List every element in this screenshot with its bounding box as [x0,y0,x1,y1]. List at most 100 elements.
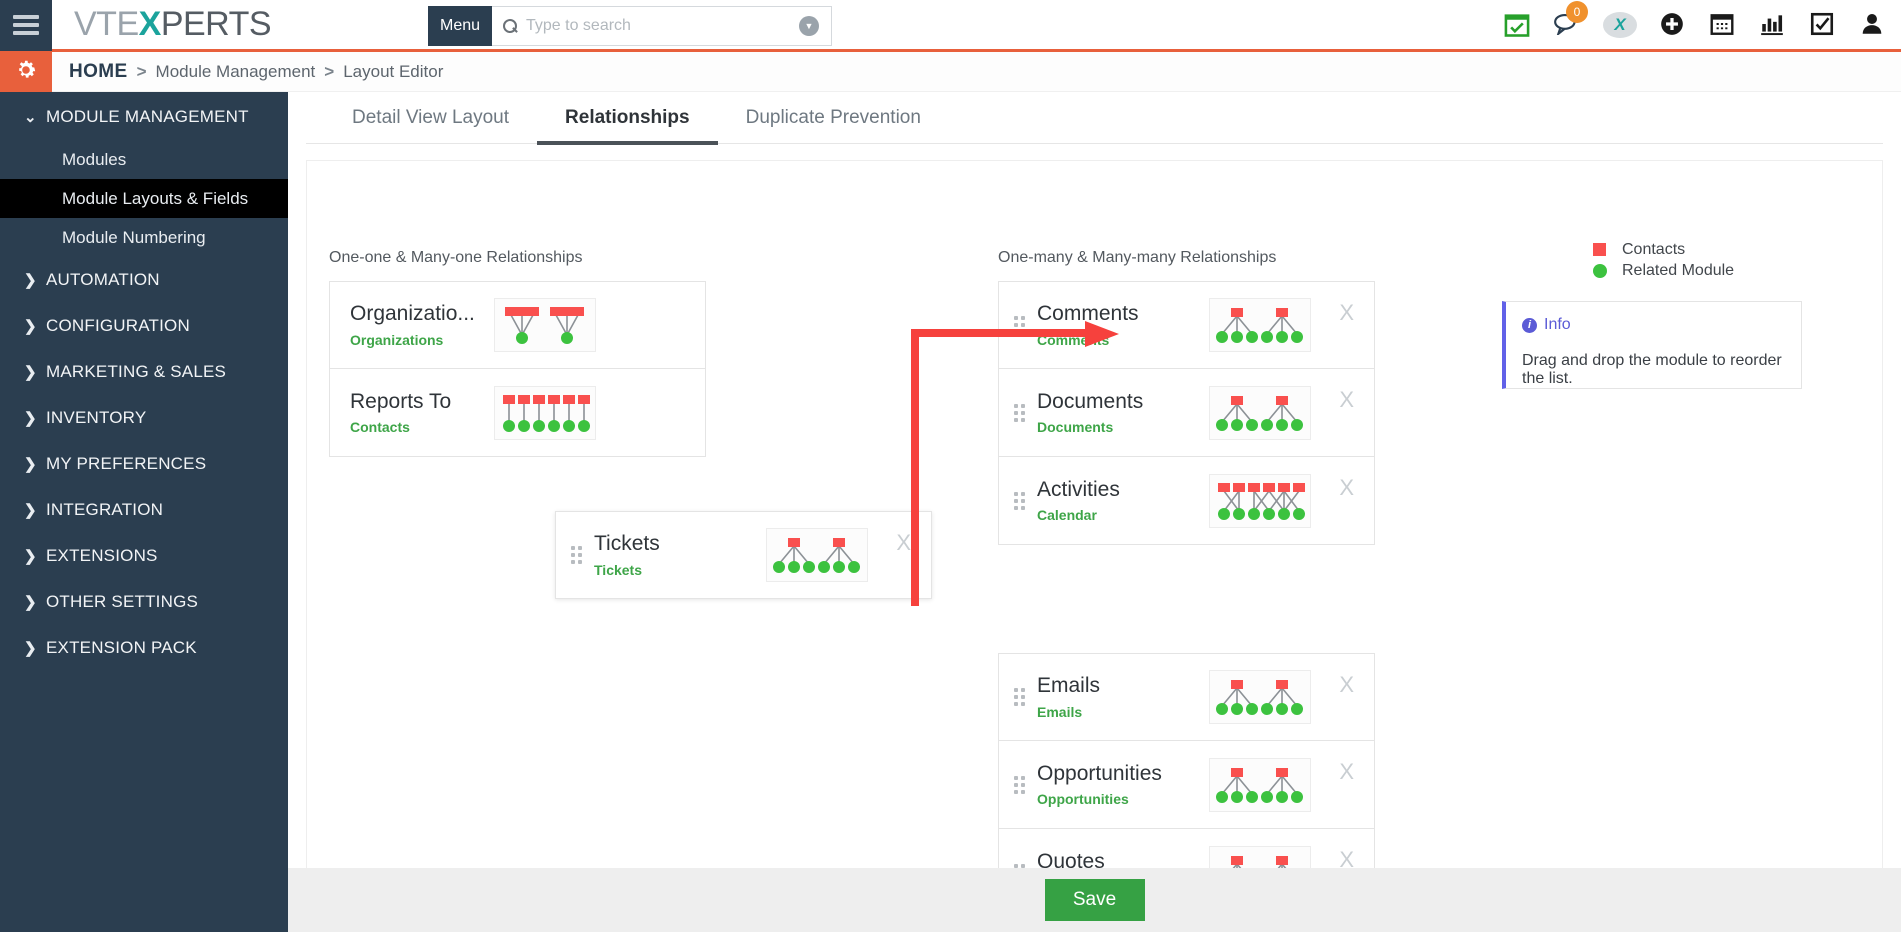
relationship-module: Tickets [594,561,642,578]
card-labels: Documents Documents [1029,390,1209,435]
relationship-card-reports-to[interactable]: Reports To Contacts [329,369,706,457]
sidebar-item-marketing-sales[interactable]: ❯ MARKETING & SALES [0,349,288,395]
sidebar-item-label: INTEGRATION [46,500,164,519]
sidebar-item-extension-pack[interactable]: ❯ EXTENSION PACK [0,625,288,671]
card-labels: Opportunities Opportunities [1029,762,1209,807]
legend-label: Contacts [1622,240,1686,258]
checkbox-icon[interactable] [1809,11,1837,39]
chevron-down-icon: ⌄ [24,109,37,126]
card-labels: Reports To Contacts [330,390,490,435]
relationship-card-activities[interactable]: Activities Calendar X [998,457,1375,545]
relationship-diagram-many-many [1209,473,1311,528]
global-search: Menu ▼ [428,6,832,46]
legend-label: Related Module [1622,261,1735,279]
relationship-title: Organizatio... [350,302,475,326]
relationship-title: Documents [1037,389,1144,413]
drag-handle-icon[interactable] [999,316,1029,334]
remove-relationship-button[interactable]: X [896,530,911,556]
plus-circle-icon[interactable] [1659,11,1687,39]
sidebar-nav: ⌄ MODULE MANAGEMENT Modules Module Layou… [0,94,288,671]
sidebar-item-my-preferences[interactable]: ❯ MY PREFERENCES [0,441,288,487]
relationships-panel: One-one & Many-one Relationships One-man… [306,160,1883,932]
remove-relationship-button[interactable]: X [1339,759,1354,785]
sidebar-item-module-layouts-fields[interactable]: Module Layouts & Fields [0,179,288,218]
calendar-check-icon[interactable] [1503,11,1531,39]
remove-relationship-button[interactable]: X [1339,672,1354,698]
left-column-title: One-one & Many-one Relationships [329,249,583,266]
save-button[interactable]: Save [1044,879,1145,921]
tab-relationships[interactable]: Relationships [537,107,718,145]
settings-gear-button[interactable] [0,52,52,92]
relationship-card-emails[interactable]: Emails Emails X [998,653,1375,741]
user-icon[interactable] [1859,11,1887,39]
chevron-right-icon: ❯ [24,318,37,335]
x-logo-icon[interactable]: X [1603,11,1637,38]
legend-item-contacts: Contacts [1593,239,1734,260]
hamburger-menu-button[interactable] [0,0,52,51]
sidebar-item-label: INVENTORY [46,408,147,427]
one-one-many-one-list: Organizatio... Organizations Reports To … [329,281,706,457]
relationship-card-comments[interactable]: Comments Comments X [998,281,1375,369]
tab-duplicate-prevention[interactable]: Duplicate Prevention [718,107,949,143]
remove-relationship-button[interactable]: X [1339,300,1354,326]
sidebar-item-automation[interactable]: ❯ AUTOMATION [0,257,288,303]
card-labels: Activities Calendar [1029,478,1209,523]
relationship-diagram-one-many [1209,670,1311,724]
breadcrumb-home-link[interactable]: HOME [69,61,128,83]
drag-handle-icon[interactable] [999,688,1029,706]
tab-detail-view-layout[interactable]: Detail View Layout [324,107,537,143]
sidebar: ⌄ MODULE MANAGEMENT Modules Module Layou… [0,52,288,932]
sidebar-item-module-management[interactable]: ⌄ MODULE MANAGEMENT [0,94,288,140]
relationship-title: Tickets [594,532,660,556]
one-many-many-many-list-group-a: Comments Comments X Documents Documents … [998,281,1375,545]
remove-relationship-button[interactable]: X [1339,387,1354,413]
relationship-card-documents[interactable]: Documents Documents X [998,369,1375,457]
menu-button[interactable]: Menu [428,6,492,46]
drag-handle-icon[interactable] [999,775,1029,794]
search-icon [502,18,518,34]
calendar-icon[interactable] [1709,11,1737,39]
search-input[interactable] [526,17,821,35]
app-logo[interactable]: VTEXPERTS [74,5,272,44]
relationship-card-opportunities[interactable]: Opportunities Opportunities X [998,741,1375,829]
sidebar-item-label: CONFIGURATION [46,316,190,335]
relationship-card-tickets-dragging[interactable]: Tickets Tickets X [555,511,932,599]
sidebar-item-modules[interactable]: Modules [0,140,288,179]
chevron-down-icon[interactable]: ▼ [799,16,819,36]
sidebar-item-inventory[interactable]: ❯ INVENTORY [0,395,288,441]
chevron-right-icon: ❯ [24,594,37,611]
bar-chart-icon[interactable] [1759,11,1787,39]
relationship-title: Opportunities [1037,761,1162,785]
chat-bubble-icon[interactable]: 0 [1553,0,1588,39]
top-bar: VTEXPERTS Menu ▼ 0 X [0,0,1901,52]
sidebar-item-label: OTHER SETTINGS [46,592,199,611]
drag-handle-icon[interactable] [999,403,1029,422]
chat-unread-badge: 0 [1566,0,1588,23]
relationship-module: Organizations [350,331,444,348]
relationship-title: Activities [1037,477,1120,501]
sidebar-item-extensions[interactable]: ❯ EXTENSIONS [0,533,288,579]
breadcrumb-separator: > [324,61,335,81]
chevron-right-icon: ❯ [24,364,37,381]
chevron-right-icon: ❯ [24,456,37,473]
logo-text-x: X [138,5,162,43]
relationship-card-organizations[interactable]: Organizatio... Organizations [329,281,706,369]
breadcrumb-module-management-link[interactable]: Module Management [156,62,316,82]
sidebar-item-configuration[interactable]: ❯ CONFIGURATION [0,303,288,349]
chevron-right-icon: ❯ [24,410,37,427]
sidebar-item-module-numbering[interactable]: Module Numbering [0,218,288,257]
sidebar-item-other-settings[interactable]: ❯ OTHER SETTINGS [0,579,288,625]
legend-square-icon [1593,243,1606,256]
card-labels: Emails Emails [1029,674,1209,719]
info-box: i Info Drag and drop the module to reord… [1502,301,1802,389]
tab-bar: Detail View Layout Relationships Duplica… [306,92,1883,145]
chevron-right-icon: ❯ [24,640,37,657]
drag-handle-icon[interactable] [556,546,586,564]
relationship-module: Emails [1037,703,1083,720]
relationship-diagram-one-many [1209,757,1311,812]
drag-handle-icon[interactable] [999,491,1029,510]
sidebar-item-integration[interactable]: ❯ INTEGRATION [0,487,288,533]
footer-bar: Save [288,868,1901,932]
relationship-module: Contacts [350,419,410,436]
remove-relationship-button[interactable]: X [1339,475,1354,501]
